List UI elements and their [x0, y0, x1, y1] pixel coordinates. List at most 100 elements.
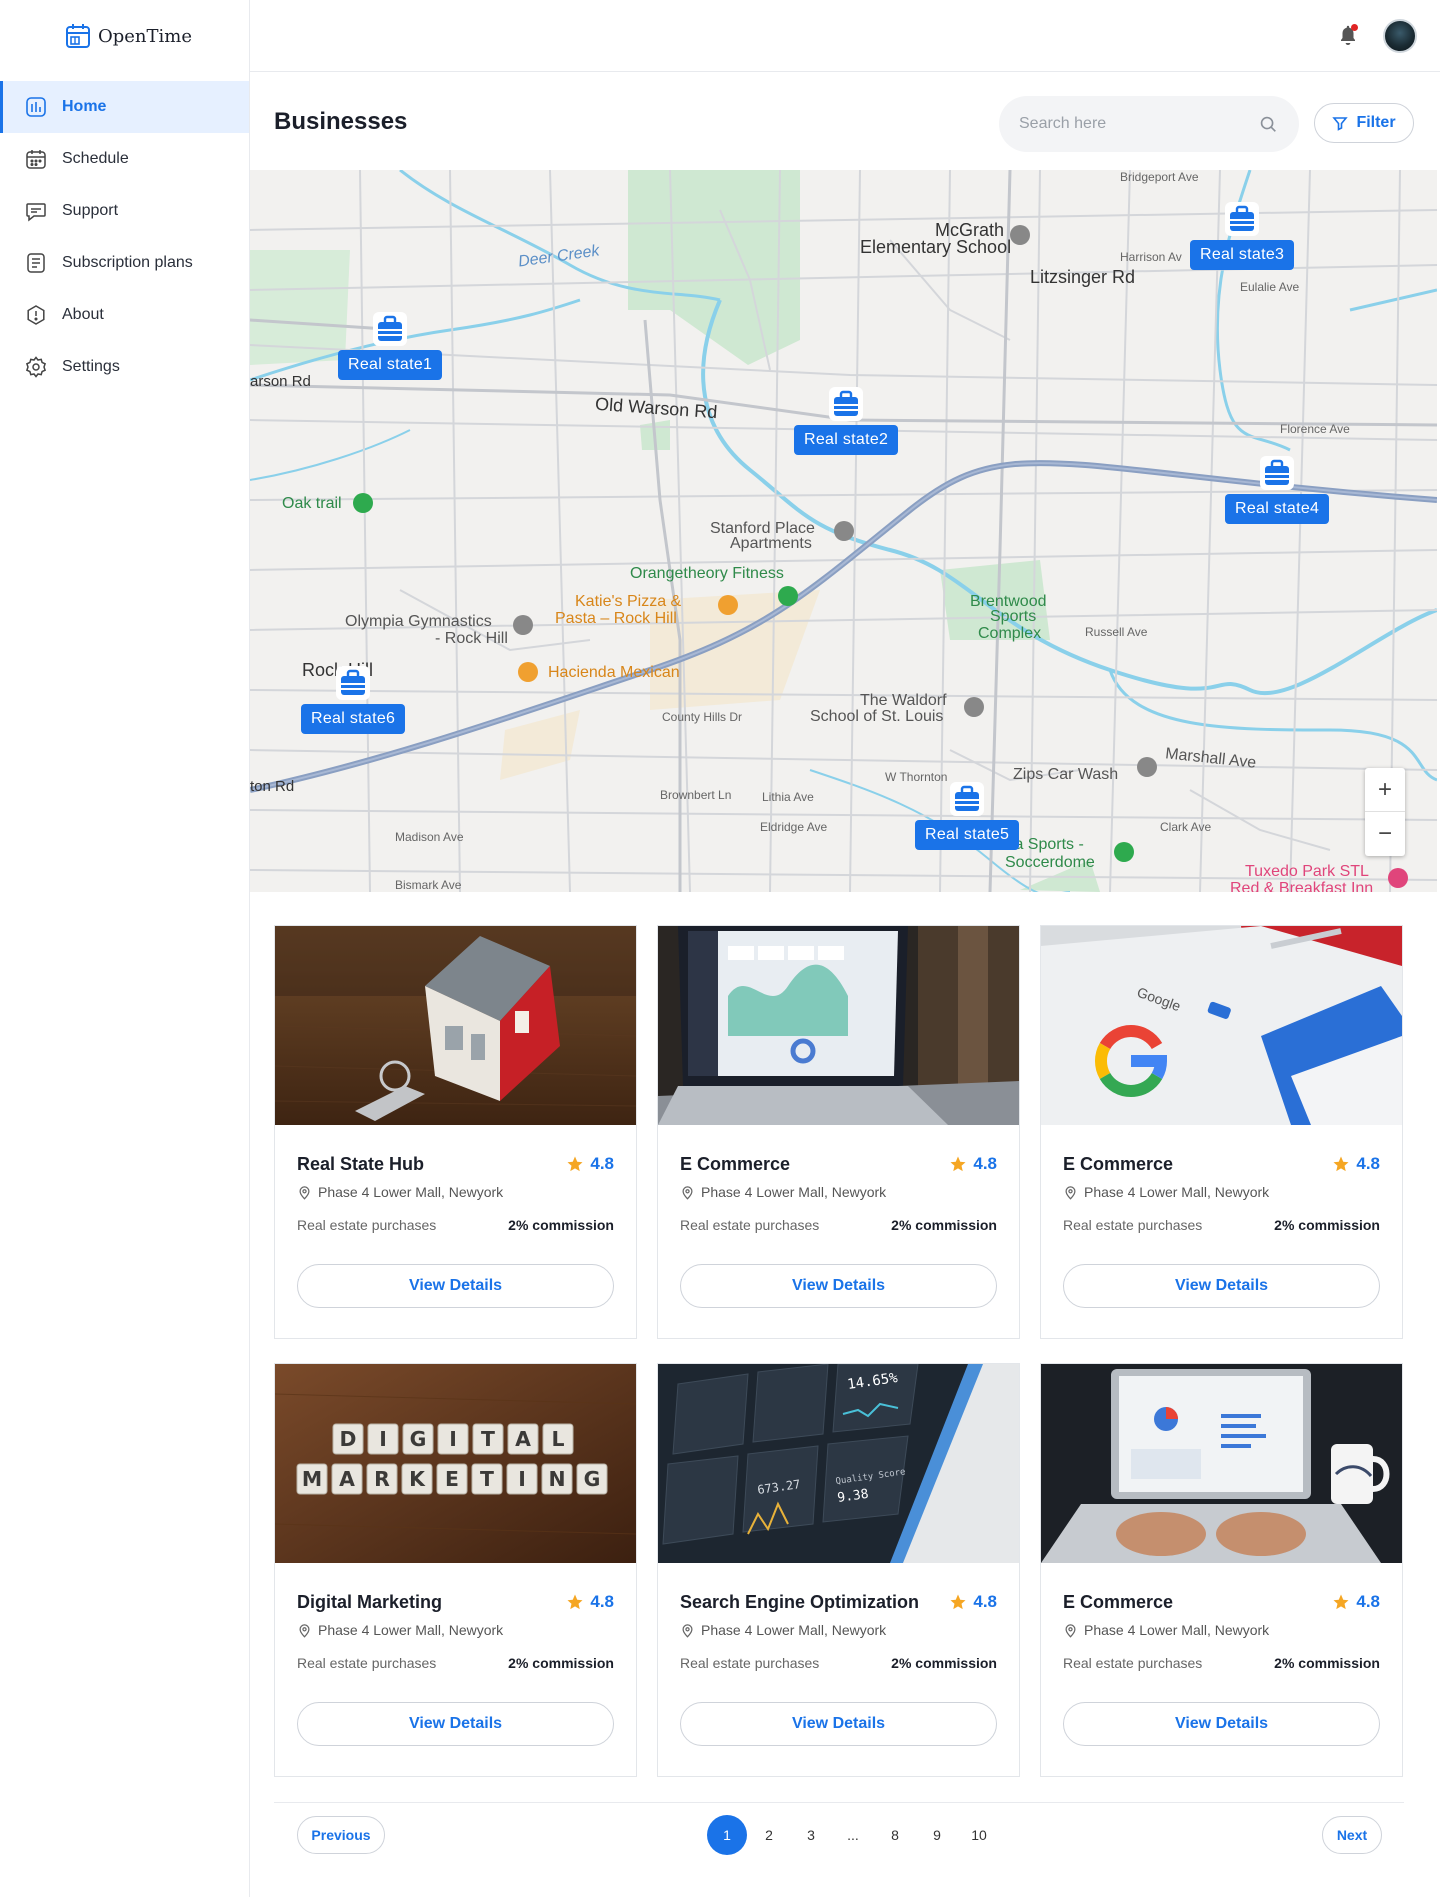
- next-button[interactable]: Next: [1322, 1816, 1382, 1854]
- zoom-in-button[interactable]: +: [1365, 768, 1405, 812]
- map-pin-label: Real state5: [915, 820, 1020, 850]
- map-pin-label: Real state6: [301, 704, 406, 734]
- map-label-bismark: Bismark Ave: [395, 878, 462, 892]
- location-pin-icon: [1065, 1185, 1076, 1200]
- location-pin-icon: [299, 1185, 310, 1200]
- letter-tile-text: R: [374, 1467, 390, 1491]
- filter-button[interactable]: Filter: [1314, 103, 1414, 143]
- map[interactable]: McGrath Elementary School Litzsinger Rd …: [250, 170, 1437, 892]
- zoom-out-button[interactable]: −: [1365, 812, 1405, 856]
- star-icon: [567, 1594, 583, 1610]
- briefcase-icon: [373, 312, 408, 346]
- map-pin-real-state2[interactable]: Real state2: [794, 387, 899, 455]
- chat-icon: [26, 203, 46, 222]
- logo[interactable]: OpenTime: [64, 20, 192, 52]
- map-label-county-hills: County Hills Dr: [662, 710, 743, 724]
- view-details-button[interactable]: View Details: [680, 1702, 997, 1746]
- page-ellipsis: ...: [847, 1827, 859, 1843]
- business-card: 14.65% Quality Score 9.38 673.27 Search …: [657, 1363, 1020, 1777]
- card-photo-google-tablet: Google: [1041, 926, 1402, 1125]
- sidebar-item-settings[interactable]: Settings: [0, 341, 249, 393]
- map-base: [250, 170, 1437, 892]
- page-button[interactable]: 9: [917, 1815, 957, 1855]
- page-button[interactable]: 10: [959, 1815, 999, 1855]
- sidebar-item-label: About: [62, 306, 104, 323]
- rating-value: 4.8: [590, 1592, 614, 1611]
- rating-value: 4.8: [1356, 1592, 1380, 1611]
- address-text: Phase 4 Lower Mall, Newyork: [701, 1622, 887, 1638]
- card-title: Search Engine Optimization: [680, 1592, 920, 1612]
- sidebar-item-subscription-plans[interactable]: Subscription plans: [0, 237, 249, 289]
- search-icon[interactable]: [1257, 113, 1279, 135]
- map-label-lithia: Lithia Ave: [762, 790, 814, 804]
- letter-tile-text: E: [445, 1467, 459, 1491]
- map-pin-real-state3[interactable]: Real state3: [1190, 202, 1295, 270]
- avatar[interactable]: [1383, 19, 1417, 53]
- sidebar-item-home[interactable]: Home: [0, 81, 249, 133]
- map-label-waldorf-school: School of St. Louis: [810, 708, 944, 725]
- card-rating: 4.8: [566, 1154, 614, 1174]
- sidebar-item-label: Settings: [62, 358, 120, 375]
- briefcase-icon: [336, 666, 371, 700]
- map-label-eulalie: Eulalie Ave: [1240, 280, 1300, 294]
- star-icon: [1333, 1156, 1349, 1172]
- map-label-florence: Florence Ave: [1280, 422, 1350, 436]
- view-details-button[interactable]: View Details: [680, 1264, 997, 1308]
- map-pin-real-state1[interactable]: Real state1: [338, 312, 443, 380]
- map-label-tuxedo: Tuxedo Park STL: [1245, 863, 1369, 880]
- letter-tile-text: I: [518, 1467, 526, 1491]
- view-details-button[interactable]: View Details: [297, 1264, 614, 1308]
- view-details-button[interactable]: View Details: [1063, 1702, 1380, 1746]
- map-label-ton-rd: ton Rd: [250, 778, 295, 795]
- page-button[interactable]: 2: [749, 1815, 789, 1855]
- sidebar: OpenTime Home Schedule Support Subscript…: [0, 0, 250, 1897]
- filter-label: Filter: [1356, 114, 1396, 131]
- location-pin-icon: [1065, 1623, 1076, 1638]
- view-details-button[interactable]: View Details: [297, 1702, 614, 1746]
- card-commission: 2% commission: [891, 1655, 997, 1671]
- card-address: Phase 4 Lower Mall, Newyork: [1063, 1622, 1269, 1638]
- card-type: Real estate purchases: [1063, 1655, 1203, 1671]
- card-photo-laptop-typing: [1041, 1364, 1402, 1563]
- rating-value: 4.8: [973, 1154, 997, 1173]
- search-input[interactable]: [1019, 115, 1249, 133]
- address-text: Phase 4 Lower Mall, Newyork: [701, 1184, 887, 1200]
- map-pin-label: Real state4: [1225, 494, 1330, 524]
- card-address: Phase 4 Lower Mall, Newyork: [1063, 1184, 1269, 1200]
- letter-tile-text: T: [480, 1467, 494, 1491]
- page-button[interactable]: 3: [791, 1815, 831, 1855]
- sidebar-item-schedule[interactable]: Schedule: [0, 133, 249, 185]
- card-commission: 2% commission: [891, 1217, 997, 1233]
- card-rating: 4.8: [1332, 1154, 1380, 1174]
- card-commission: 2% commission: [508, 1217, 614, 1233]
- map-pin-real-state5[interactable]: Real state5: [915, 782, 1020, 850]
- map-pin-real-state4[interactable]: Real state4: [1225, 456, 1330, 524]
- map-label-sports: ta Sports -: [1010, 836, 1084, 853]
- page-title: Businesses: [274, 108, 408, 135]
- card-address: Phase 4 Lower Mall, Newyork: [680, 1184, 886, 1200]
- sidebar-item-about[interactable]: About: [0, 289, 249, 341]
- map-zoom-control: + −: [1365, 768, 1405, 856]
- chart-bars-icon: [26, 97, 46, 117]
- card-rating: 4.8: [949, 1154, 997, 1174]
- search-bar[interactable]: [999, 96, 1299, 152]
- map-pin-real-state6[interactable]: Real state6: [301, 666, 406, 734]
- page-button[interactable]: 8: [875, 1815, 915, 1855]
- previous-button[interactable]: Previous: [297, 1816, 385, 1854]
- map-label-bridgeport: Bridgeport Ave: [1120, 170, 1199, 184]
- card-title: Digital Marketing: [297, 1592, 443, 1612]
- filter-icon: [1332, 117, 1349, 131]
- card-commission: 2% commission: [1274, 1217, 1380, 1233]
- page-button[interactable]: 1: [707, 1815, 747, 1855]
- location-pin-icon: [682, 1623, 693, 1638]
- sidebar-item-support[interactable]: Support: [0, 185, 249, 237]
- view-details-button[interactable]: View Details: [1063, 1264, 1380, 1308]
- letter-tile-text: T: [481, 1427, 495, 1451]
- map-label-brentwood-complex: Complex: [978, 625, 1042, 642]
- star-icon: [1333, 1594, 1349, 1610]
- card-rating: 4.8: [566, 1592, 614, 1612]
- address-text: Phase 4 Lower Mall, Newyork: [318, 1184, 504, 1200]
- calendar-logo-icon: [66, 24, 90, 48]
- map-label-oak-trail: Oak trail: [282, 495, 342, 512]
- business-card: Google E Commerce 4.8 Phase 4 Lower Mall…: [1040, 925, 1403, 1339]
